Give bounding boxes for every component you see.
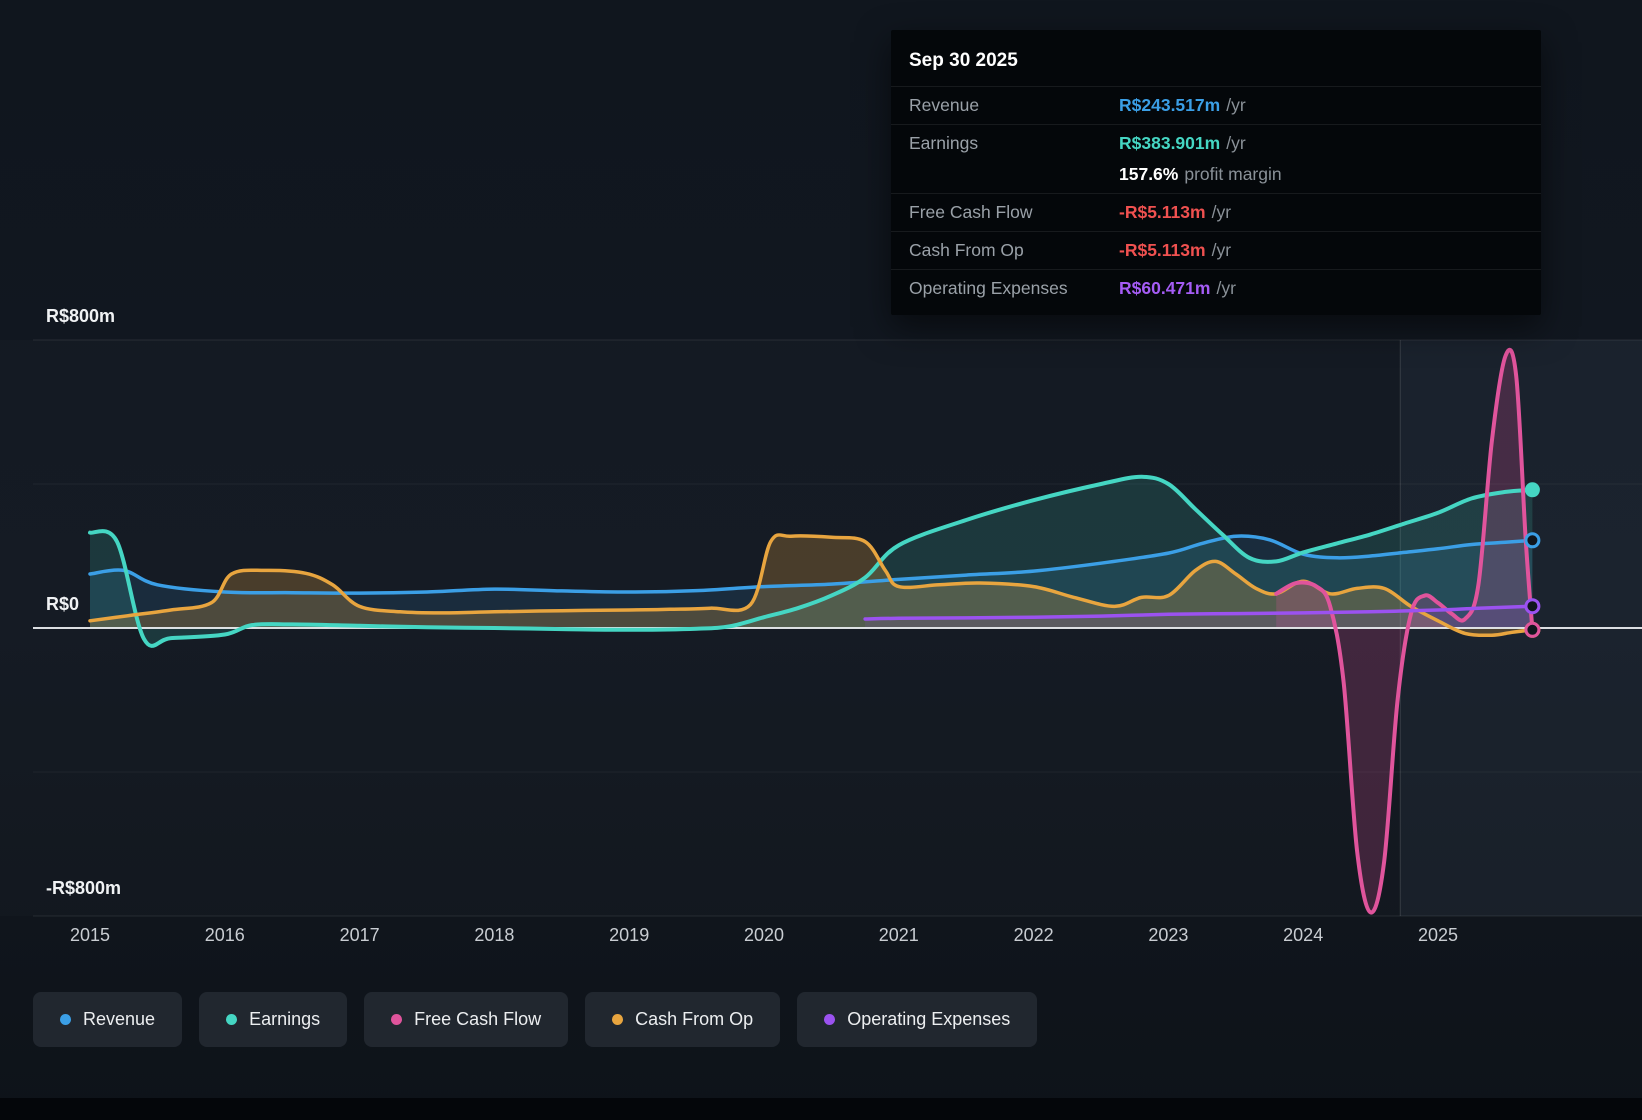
x-axis-label: 2022 [1013,925,1054,945]
legend-label: Operating Expenses [847,1009,1011,1029]
tooltip-row-revenue: Revenue R$243.517m/yr [891,86,1541,124]
legend-label: Cash From Op [635,1009,754,1029]
tooltip-row-earnings: Earnings R$383.901m/yr [891,124,1541,162]
tooltip-row-operating-expenses: Operating Expenses R$60.471m/yr [891,269,1541,307]
y-axis-label-zero: R$0 [46,594,80,614]
tooltip-row-cash-from-op: Cash From Op -R$5.113m/yr [891,231,1541,269]
legend-item-revenue[interactable]: Revenue [33,992,183,1047]
revenue-dot-icon [60,1014,71,1025]
earnings-dot-icon [226,1014,238,1025]
tooltip-date: Sep 30 2025 [909,50,1018,71]
free-cash-flow-dot-icon [391,1014,403,1025]
cash-from-op-dot-icon [612,1014,624,1025]
chart-area [0,300,1642,920]
x-axis-label: 2017 [339,925,380,945]
x-axis-label: 2025 [1417,925,1459,945]
x-axis-label: 2023 [1148,925,1189,945]
x-axis-label: 2019 [609,925,650,945]
x-axis: 2015 2016 2017 2018 2019 2020 2021 2022 2023 2024… [0,925,1642,955]
x-axis-label: 2018 [474,925,515,945]
tooltip-row-profit-margin: 157.6% profit margin [891,162,1541,193]
window-bottom-bar [0,1098,1642,1120]
row-value: -R$5.113m/yr [1119,202,1232,222]
operating-expenses-dot-icon [824,1014,836,1025]
legend-label: Free Cash Flow [414,1009,542,1029]
legend: Revenue Earnings Free Cash Flow Cash Fro… [33,992,1038,1047]
x-axis-label: 2020 [743,925,785,945]
chart-canvas[interactable] [0,300,1642,920]
row-value: 157.6% profit margin [1119,164,1282,184]
x-axis-label: 2021 [878,925,919,945]
row-value: -R$5.113m/yr [1119,240,1232,260]
row-value: R$60.471m/yr [1119,278,1236,298]
legend-item-free-cash-flow[interactable]: Free Cash Flow [364,992,569,1047]
row-label: Cash From Op [909,240,1024,260]
legend-item-cash-from-op[interactable]: Cash From Op [585,992,781,1047]
x-axis-label: 2016 [204,925,245,945]
legend-item-earnings[interactable]: Earnings [199,992,348,1047]
legend-label: Revenue [83,1009,156,1029]
legend-label: Earnings [249,1009,321,1029]
row-value: R$243.517m/yr [1119,95,1246,115]
row-label: Operating Expenses [909,278,1068,298]
y-axis-label-top: R$800m [46,306,116,326]
tooltip-row-free-cash-flow: Free Cash Flow -R$5.113m/yr [891,193,1541,231]
y-axis-label-bottom: -R$800m [46,878,122,898]
row-label: Revenue [909,95,980,115]
x-axis-label: 2015 [69,925,111,945]
chart-page: { "tooltip": { "date": "Sep 30 2025", "r… [0,0,1642,1120]
row-label: Earnings [909,133,979,153]
row-value: R$383.901m/yr [1119,133,1246,153]
data-tooltip: Sep 30 2025 Revenue R$243.517m/yr Earnin… [891,30,1541,315]
x-axis-label: 2024 [1283,925,1324,945]
legend-item-operating-expenses[interactable]: Operating Expenses [797,992,1038,1047]
row-label: Free Cash Flow [909,202,1033,222]
